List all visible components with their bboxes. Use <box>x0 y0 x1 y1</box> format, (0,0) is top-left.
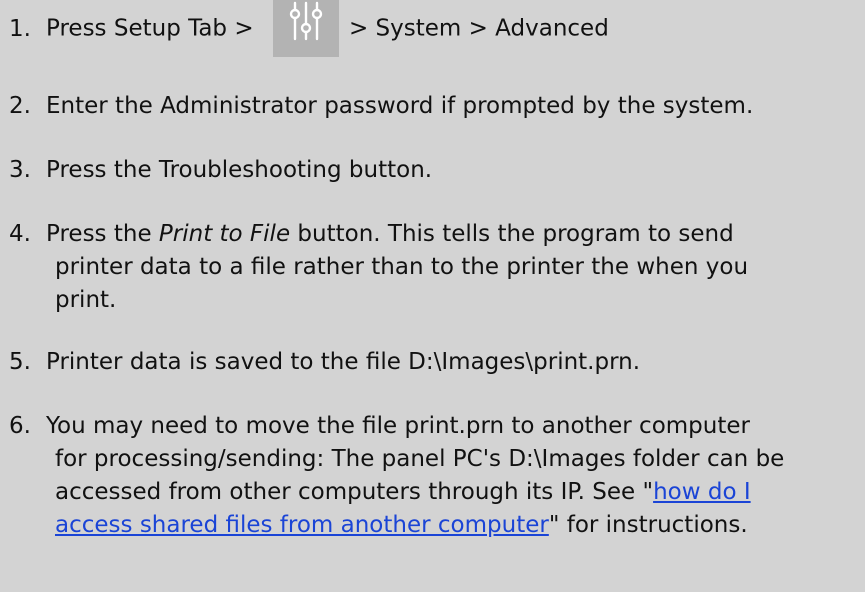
step-3: 3. Press the Troubleshooting button. <box>9 154 861 187</box>
step-number: 5. <box>9 349 31 375</box>
step-1-text-before: Press Setup Tab > <box>46 15 261 42</box>
shared-files-help-link-part-1[interactable]: how do I <box>653 479 751 505</box>
step-1: 1. Press Setup Tab > > System > Advanced <box>9 0 861 60</box>
print-to-file-label: Print to File <box>158 221 291 247</box>
step-3-text: Press the Troubleshooting button. <box>46 157 433 183</box>
step-number: 1. <box>9 15 31 42</box>
step-number: 2. <box>9 93 31 119</box>
step-6-line-3-text: accessed from other computers through it… <box>55 479 654 505</box>
step-6-line-4: access shared files from another compute… <box>9 509 861 542</box>
step-2: 2. Enter the Administrator password if pr… <box>9 90 861 123</box>
step-number: 4. <box>9 221 31 247</box>
step-number: 3. <box>9 157 31 183</box>
step-1-text-after: > System > Advanced <box>348 15 609 42</box>
step-2-text: Enter the Administrator password if prom… <box>46 93 754 119</box>
step-4-line-3: print. <box>55 287 117 313</box>
step-6-line-4-text: " for instructions. <box>548 512 748 538</box>
step-5: 5. Printer data is saved to the file D:\I… <box>9 346 861 379</box>
step-4: 4. Press the Print to File button. This t… <box>9 218 861 317</box>
step-6-line-1: You may need to move the file print.prn … <box>46 413 750 439</box>
step-6-line-3: accessed from other computers through it… <box>9 476 861 509</box>
step-number: 6. <box>9 413 31 439</box>
step-4-line1-after: button. This tells the program to send <box>290 221 734 247</box>
step-4-text-before: Press the <box>46 221 159 247</box>
shared-files-help-link-part-2[interactable]: access shared files from another compute… <box>55 512 549 538</box>
step-6: 6. You may need to move the file print.pr… <box>9 410 861 542</box>
step-5-text: Printer data is saved to the file D:\Ima… <box>46 349 641 375</box>
instruction-page: { "steps": { "s1": { "num": "1.", "befor… <box>0 0 865 592</box>
settings-sliders-icon[interactable] <box>272 0 339 57</box>
step-6-line-2: for processing/sending: The panel PC's D… <box>55 446 785 472</box>
step-4-line-2: printer data to a file rather than to th… <box>55 254 749 280</box>
